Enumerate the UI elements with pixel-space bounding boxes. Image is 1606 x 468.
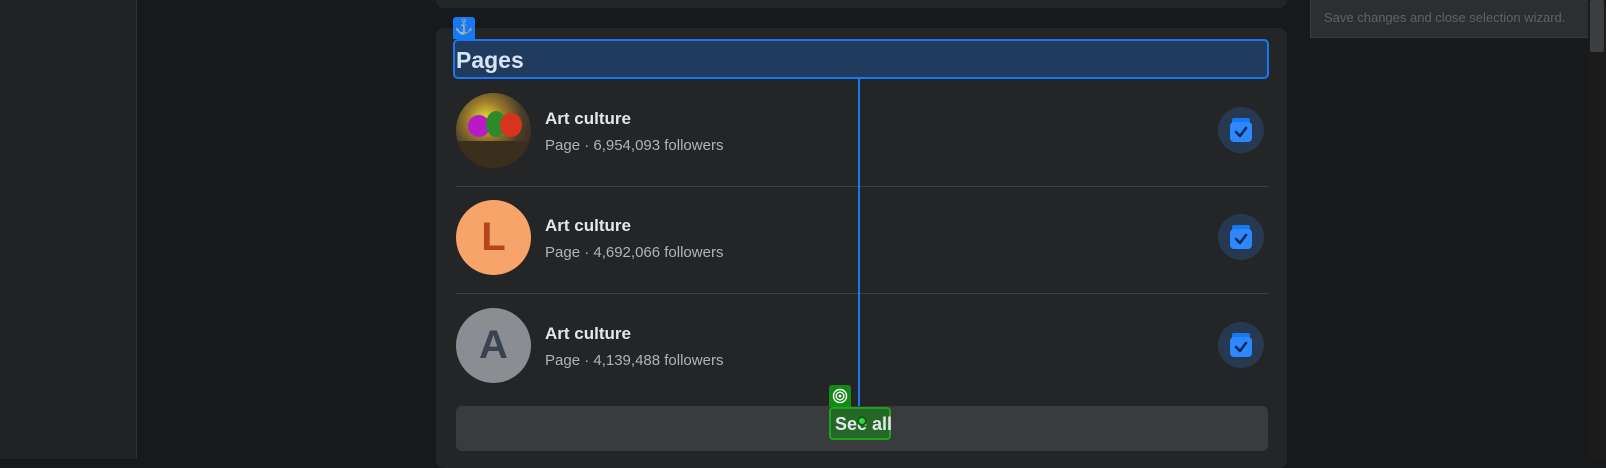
list-item[interactable]: Art culture Page · 6,954,093 followers: [456, 93, 1268, 173]
list-item[interactable]: L Art culture Page · 4,692,066 followers: [456, 200, 1268, 280]
left-sidebar: [0, 0, 137, 459]
page-name[interactable]: Art culture: [545, 109, 631, 129]
scrollbar[interactable]: [1588, 0, 1606, 459]
page-name[interactable]: Art culture: [545, 324, 631, 344]
action-button[interactable]: [1218, 322, 1264, 368]
previous-card: [436, 0, 1287, 8]
page-name[interactable]: Art culture: [545, 216, 631, 236]
action-button[interactable]: [1218, 107, 1264, 153]
divider: [456, 186, 1268, 187]
page-meta: Page · 4,139,488 followers: [545, 352, 724, 369]
page-avatar[interactable]: [456, 93, 531, 168]
divider: [456, 293, 1268, 294]
page-avatar[interactable]: A: [456, 308, 531, 383]
anchor-selection-box[interactable]: [453, 39, 1269, 79]
page-avatar[interactable]: L: [456, 200, 531, 275]
list-item[interactable]: A Art culture Page · 4,139,488 followers: [456, 308, 1268, 388]
connector-line: [858, 79, 860, 406]
wizard-tooltip: Save changes and close selection wizard.: [1310, 0, 1588, 38]
section-title: Pages: [456, 47, 524, 73]
target-icon: [829, 385, 851, 407]
anchor-icon: ⚓: [453, 17, 475, 39]
page-meta: Page · 6,954,093 followers: [545, 137, 724, 154]
page-meta: Page · 4,692,066 followers: [545, 244, 724, 261]
scrollbar-thumb[interactable]: [1590, 0, 1604, 52]
target-marker: [857, 416, 867, 426]
action-button[interactable]: [1218, 214, 1264, 260]
